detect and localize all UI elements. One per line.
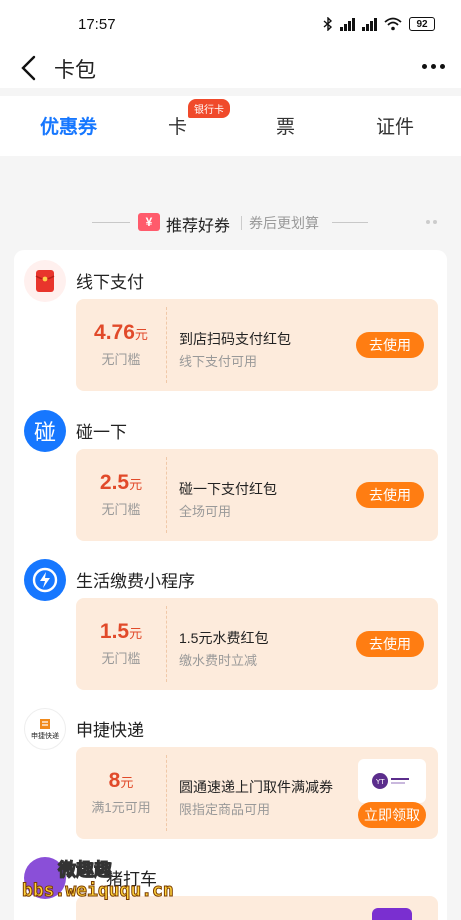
tab-cards[interactable]: 卡	[168, 112, 187, 139]
coupon-divider	[166, 606, 167, 682]
svg-text:YT: YT	[375, 778, 385, 786]
coupon-title: 碰一下支付红包	[179, 481, 277, 497]
coupon-item[interactable]: 8元 满1元可用 圆通速递上门取件满减券 限指定商品可用 YT 立即领取	[76, 747, 438, 839]
back-icon[interactable]	[14, 52, 44, 84]
coupon-divider	[166, 457, 167, 533]
yen-icon: ¥	[138, 213, 160, 231]
status-time: 17:57	[78, 15, 116, 33]
tab-documents[interactable]: 证件	[376, 112, 414, 139]
bank-card-badge: 银行卡	[188, 99, 230, 118]
red-envelope-icon	[24, 260, 66, 302]
bluetooth-icon	[323, 17, 333, 31]
coupon-list: 线下支付 4.76元 无门槛 到店扫码支付红包 线下支付可用 去使用 碰 碰一下…	[14, 250, 447, 920]
merchant-name: 线下支付	[76, 273, 144, 292]
merchant-group: 线下支付 4.76元 无门槛 到店扫码支付红包 线下支付可用 去使用	[14, 250, 447, 400]
watermark-line2: bbs.weiququ.cn	[22, 880, 175, 902]
coupon-desc: 线下支付可用	[179, 354, 258, 369]
express-logo-icon: 申捷快递	[24, 708, 66, 750]
coupon-item[interactable]: 4.76元 无门槛 到店扫码支付红包 线下支付可用 去使用	[76, 299, 438, 391]
coupon-condition: 无门槛	[101, 651, 141, 666]
status-bar: 17:57 92	[0, 0, 461, 48]
section-subtitle: 券后更划算	[249, 215, 319, 231]
page-title: 卡包	[54, 59, 96, 82]
claim-button[interactable]: 立即领取	[358, 802, 426, 828]
merchant-name: 申捷快递	[76, 721, 144, 740]
use-button[interactable]: 去使用	[356, 631, 424, 657]
coupon-amount: 4.76元	[94, 321, 148, 344]
coupon-condition: 满1元可用	[91, 800, 151, 815]
section-title: 推荐好券	[166, 218, 231, 235]
coupon-desc: 限指定商品可用	[179, 802, 271, 817]
yto-logo-icon: YT	[358, 759, 426, 803]
merchant-group: 碰 碰一下 2.5元 无门槛 碰一下支付红包 全场可用 去使用	[14, 400, 447, 550]
tab-coupons[interactable]: 优惠券	[40, 112, 97, 139]
use-button[interactable]: 去使用	[356, 332, 424, 358]
tab-bar: 优惠券 卡 银行卡 票 证件	[0, 96, 461, 156]
watermark: 微趣趣 bbs.weiququ.cn	[22, 856, 192, 916]
signal-icon	[340, 17, 355, 31]
brand-logo-icon	[372, 908, 412, 920]
dots-icon	[426, 220, 437, 224]
merchant-name: 生活缴费小程序	[76, 572, 195, 591]
coupon-condition: 无门槛	[101, 352, 141, 367]
lightning-icon	[24, 559, 66, 601]
coupon-title: 圆通速递上门取件满减券	[179, 779, 333, 795]
use-button[interactable]: 去使用	[356, 482, 424, 508]
tap-icon: 碰	[24, 410, 66, 452]
section-header: ¥ 推荐好券 券后更划算	[0, 210, 461, 236]
merchant-group: 生活缴费小程序 1.5元 无门槛 1.5元水费红包 缴水费时立减 去使用	[14, 549, 447, 699]
merchant-group: 申捷快递 申捷快递 8元 满1元可用 圆通速递上门取件满减券 限指定商品可用 Y…	[14, 698, 447, 848]
coupon-title: 1.5元水费红包	[179, 630, 269, 646]
watermark-line1: 微趣趣	[58, 860, 113, 881]
signal-icon-2	[362, 17, 377, 31]
more-icon[interactable]	[422, 64, 445, 69]
battery-icon: 92	[409, 17, 435, 31]
header: 卡包	[0, 48, 461, 88]
coupon-condition: 无门槛	[101, 502, 141, 517]
coupon-amount: 8元	[108, 769, 134, 792]
coupon-desc: 全场可用	[179, 504, 232, 519]
coupon-title: 到店扫码支付红包	[179, 331, 291, 347]
section-separator	[241, 216, 242, 230]
coupon-divider	[166, 755, 167, 831]
coupon-amount: 1.5元	[99, 620, 143, 643]
coupon-desc: 缴水费时立减	[179, 653, 258, 668]
coupon-amount: 2.5元	[99, 471, 143, 494]
merchant-name: 碰一下	[76, 423, 127, 442]
divider-left	[92, 222, 130, 223]
coupon-divider	[166, 307, 167, 383]
wifi-icon	[384, 17, 402, 31]
status-icons: 92	[323, 17, 435, 31]
divider-right	[332, 222, 368, 223]
tab-tickets[interactable]: 票	[276, 112, 295, 139]
coupon-item[interactable]: 1.5元 无门槛 1.5元水费红包 缴水费时立减 去使用	[76, 598, 438, 690]
coupon-item[interactable]: 2.5元 无门槛 碰一下支付红包 全场可用 去使用	[76, 449, 438, 541]
